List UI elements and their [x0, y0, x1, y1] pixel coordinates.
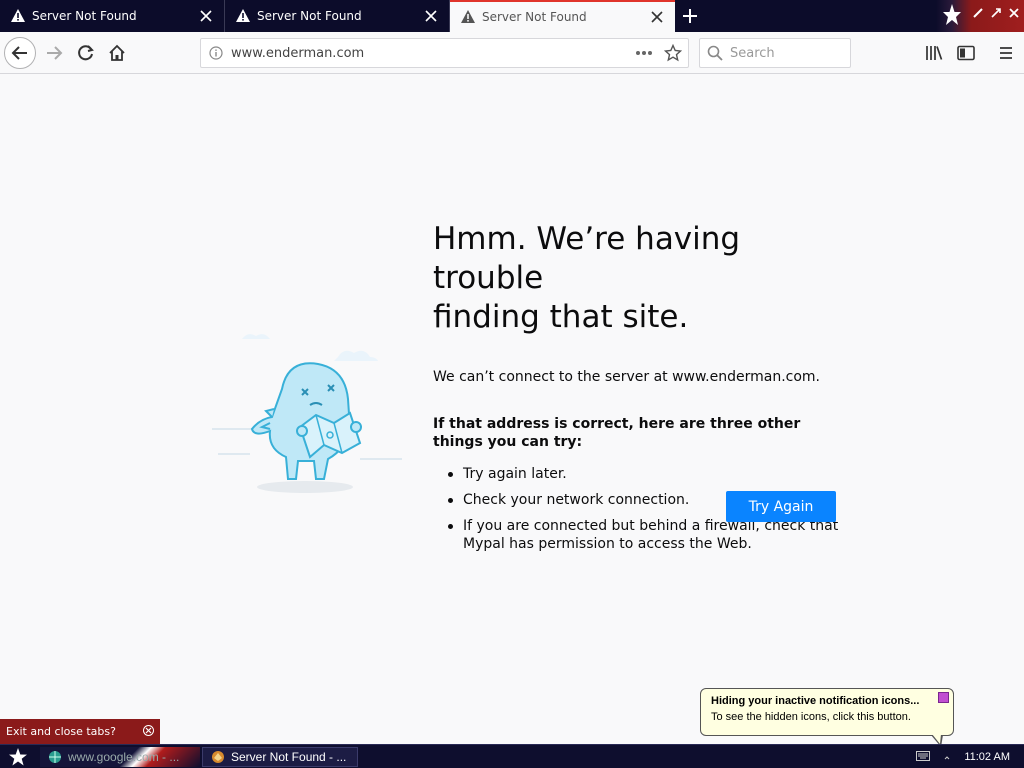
library-button[interactable] [918, 37, 950, 69]
close-icon[interactable] [143, 725, 154, 739]
taskbar: www.google.com - ... Server Not Found - … [0, 744, 1024, 768]
system-tray: 11:02 AM [912, 747, 1024, 767]
sidebar-icon [957, 45, 975, 61]
page-title: Hmm. We’re having trouble finding that s… [433, 220, 843, 337]
search-input[interactable]: Search [730, 46, 775, 61]
browser-icon [211, 750, 225, 764]
tab-2[interactable]: Server Not Found [225, 0, 450, 32]
dinosaur-illustration-icon [212, 334, 402, 493]
back-button[interactable] [4, 37, 36, 69]
try-again-button[interactable]: Try Again [726, 491, 836, 522]
menu-button[interactable] [990, 37, 1022, 69]
warning-icon [235, 8, 251, 24]
taskbar-item-google[interactable]: www.google.com - ... [40, 747, 200, 767]
page-actions-icon[interactable] [630, 50, 658, 56]
balloon-body: To see the hidden icons, click this butt… [711, 711, 911, 723]
warning-icon [10, 8, 26, 24]
taskbar-item-label: Server Not Found - ... [231, 750, 347, 764]
error-description: We can’t connect to the server at www.en… [433, 369, 821, 385]
taskbar-item-server-not-found[interactable]: Server Not Found - ... [202, 747, 358, 767]
url-text[interactable]: www.enderman.com [231, 46, 630, 61]
close-icon[interactable] [645, 5, 669, 29]
notification-balloon[interactable]: Hiding your inactive notification icons.… [700, 688, 954, 747]
bookmark-star-icon[interactable] [658, 44, 688, 62]
title-line-2: finding that site. [433, 299, 689, 335]
tab-title: Server Not Found [257, 9, 362, 23]
tab-3[interactable]: Server Not Found [450, 0, 675, 32]
search-icon [700, 45, 730, 61]
show-hidden-icons-button[interactable] [944, 748, 950, 766]
tab-title: Server Not Found [482, 10, 587, 24]
reload-icon [78, 45, 94, 61]
hamburger-menu-icon [1000, 47, 1012, 59]
forward-button[interactable] [38, 37, 70, 69]
list-item: If you are connected but behind a firewa… [433, 517, 843, 553]
navigation-toolbar: www.enderman.com Search [0, 32, 1024, 74]
search-bar[interactable]: Search [699, 38, 851, 68]
balloon-title: Hiding your inactive notification icons.… [711, 695, 920, 707]
url-bar[interactable]: www.enderman.com [200, 38, 689, 68]
home-icon [109, 44, 125, 61]
minimize-button[interactable] [972, 4, 986, 18]
maximize-button[interactable] [990, 4, 1004, 18]
library-icon [926, 46, 943, 60]
arrow-right-icon [47, 46, 63, 60]
close-window-button[interactable] [1008, 4, 1022, 18]
list-item: Try again later. [433, 465, 843, 483]
star-logo-icon [942, 3, 962, 31]
error-page: Hmm. We’re having trouble finding that s… [0, 74, 1024, 744]
arrow-left-icon [11, 46, 27, 60]
title-line-1: Hmm. We’re having trouble [433, 221, 741, 296]
taskbar-item-label: www.google.com - ... [68, 750, 180, 764]
close-icon[interactable] [194, 4, 218, 28]
window-controls [936, 0, 1024, 32]
clock[interactable]: 11:02 AM [964, 751, 1010, 763]
toast-text: Exit and close tabs? [6, 725, 116, 738]
close-icon[interactable] [419, 4, 443, 28]
start-button[interactable] [4, 747, 32, 767]
balloon-tail-inner [932, 734, 941, 744]
tab-title: Server Not Found [32, 9, 137, 23]
star-logo-icon [9, 748, 27, 766]
tab-1[interactable]: Server Not Found [0, 0, 225, 32]
warning-icon [460, 9, 476, 25]
tab-strip: Server Not Found Server Not Found Server… [0, 0, 1024, 32]
suggestions-heading: If that address is correct, here are thr… [433, 416, 801, 450]
home-button[interactable] [101, 37, 133, 69]
exit-close-tabs-toast[interactable]: Exit and close tabs? [0, 719, 160, 744]
info-icon[interactable] [201, 46, 231, 60]
new-tab-button[interactable] [676, 4, 704, 28]
keyboard-icon[interactable] [916, 748, 930, 766]
plus-icon [683, 9, 697, 23]
balloon-close-button[interactable] [938, 692, 949, 703]
reload-button[interactable] [70, 37, 102, 69]
sidebar-button[interactable] [950, 37, 982, 69]
globe-icon [48, 750, 62, 764]
